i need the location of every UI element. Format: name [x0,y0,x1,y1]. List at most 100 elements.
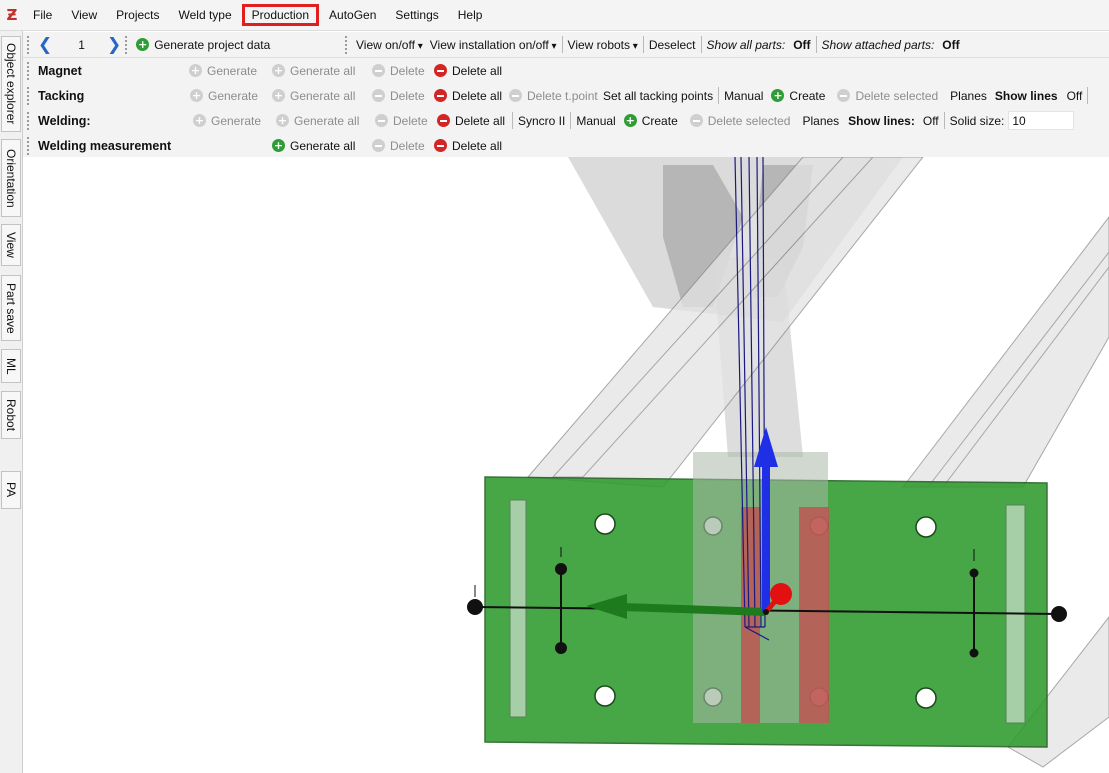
welding-planes-button[interactable]: Planes [802,114,839,128]
button-label: Create [789,88,826,103]
plus-icon: + [276,114,289,127]
tacking-generate-button[interactable]: + Generate [190,83,258,108]
tab-object-explorer[interactable]: Object explorer [1,36,21,132]
set-all-tacking-points-button[interactable]: Set all tacking points [603,89,713,103]
toolbar-grip [345,35,350,54]
plus-icon: + [771,89,785,102]
welding-delete-selected-button[interactable]: Delete selected [689,114,790,128]
welding-show-lines-label: Show lines: [848,113,915,128]
button-label: Delete [390,63,425,78]
toolbar-grip [27,136,32,155]
button-label: Delete [393,113,428,128]
welding-manual-button[interactable]: Manual [576,114,615,128]
button-label: Generate all [290,138,356,153]
tacking-show-lines-label: Show lines [994,88,1058,103]
tacking-delete-selected-button[interactable]: Delete selected [837,89,938,103]
tab-label: ML [4,357,18,375]
menu-production[interactable]: Production [241,4,320,26]
welding-label: Welding: [38,113,91,128]
measurement-delete-all-button[interactable]: Delete all [434,133,502,158]
plus-icon: + [623,114,637,127]
button-label: Delete all [452,63,503,78]
minus-icon [372,89,385,102]
menu-weld-type[interactable]: Weld type [170,4,241,26]
tacking-delete-button[interactable]: Delete [372,83,425,108]
plus-icon: + [189,64,202,77]
button-label: Delete [390,138,425,153]
separator [1087,87,1089,104]
separator [718,87,720,104]
welding-toolbar: Welding: + Generate + Generate all Delete … [23,108,1109,134]
tab-orientation[interactable]: Orientation [1,139,21,217]
separator [642,36,644,53]
button-label: Delete [390,88,425,103]
tacking-planes-button[interactable]: Planes [950,89,987,103]
minus-icon [372,64,385,77]
button-label: Delete selected [855,88,939,103]
measurement-delete-button[interactable]: Delete [372,133,425,158]
tab-ml[interactable]: ML [1,349,21,383]
tab-label: Orientation [4,148,18,208]
tacking-create-button[interactable]: + Create [771,89,825,103]
separator [512,112,513,129]
tab-label: Part save [4,282,18,334]
show-attached-parts-toggle[interactable]: Off [942,38,959,52]
syncro-button[interactable]: Syncro II [518,114,565,128]
measurement-generate-all-button[interactable]: + Generate all [272,133,355,158]
3d-viewport[interactable] [23,157,1109,773]
welding-show-lines-toggle[interactable]: Off [923,114,939,128]
tab-label: Object explorer [4,43,18,125]
menu-help[interactable]: Help [449,4,492,26]
plus-icon: + [136,38,150,51]
welding-measurement-toolbar: Welding measurement + Generate all Delete… [23,133,1109,159]
magnet-generate-all-button[interactable]: + Generate all [272,58,355,83]
next-page-button[interactable]: ❯ [107,35,121,55]
tab-robot[interactable]: Robot [1,391,21,439]
separator [943,112,945,129]
view-robots-dropdown[interactable]: View robots [568,38,638,52]
tab-pa[interactable]: PA [1,471,21,509]
page-number: 1 [78,37,85,52]
plus-icon: + [272,64,285,77]
view-installation-dropdown[interactable]: View installation on/off [430,38,557,52]
menu-view[interactable]: View [62,4,106,26]
scene-canvas [467,157,1109,768]
button-label: Generate all [290,88,356,103]
tacking-show-lines-toggle[interactable]: Off [1067,89,1083,103]
menu-file[interactable]: File [24,4,61,26]
solid-size-input[interactable]: 10 [1008,111,1075,130]
generate-project-data-button[interactable]: + Generate project data [136,38,270,52]
deselect-button[interactable]: Deselect [649,38,696,52]
plus-icon: + [272,89,285,102]
tab-part-save[interactable]: Part save [1,275,21,341]
tacking-label: Tacking [38,88,85,103]
menu-autogen[interactable]: AutoGen [320,4,385,26]
tacking-delete-all-button[interactable]: Delete all [434,83,502,108]
magnet-delete-all-button[interactable]: Delete all [434,58,502,83]
welding-generate-button[interactable]: + Generate [193,108,261,133]
welding-delete-all-button[interactable]: Delete all [437,108,505,133]
separator [570,112,572,129]
tacking-toolbar: Tacking + Generate + Generate all Delete D… [23,83,1109,109]
separator [700,36,702,53]
tab-label: View [4,232,18,258]
menu-settings[interactable]: Settings [386,4,447,26]
menu-projects[interactable]: Projects [107,4,168,26]
magnet-generate-button[interactable]: + Generate [189,58,257,83]
view-onoff-dropdown[interactable]: View on/off [356,38,423,52]
welding-delete-button[interactable]: Delete [375,108,428,133]
magnet-delete-button[interactable]: Delete [372,58,425,83]
main-toolbar: ❮ 1 ❯ + Generate project data View on/of… [23,32,1109,58]
tacking-generate-all-button[interactable]: + Generate all [272,83,355,108]
solid-size-label: Solid size: [949,113,1005,128]
separator [815,36,817,53]
show-all-parts-toggle[interactable]: Off [793,38,810,52]
tacking-manual-button[interactable]: Manual [724,89,763,103]
tab-view[interactable]: View [1,224,21,266]
toolbar-grip [27,111,32,130]
minus-icon [689,114,703,127]
welding-create-button[interactable]: + Create [623,114,678,128]
welding-generate-all-button[interactable]: + Generate all [276,108,359,133]
prev-page-button[interactable]: ❮ [38,35,52,55]
delete-tpoint-button[interactable]: Delete t.point [509,83,598,108]
